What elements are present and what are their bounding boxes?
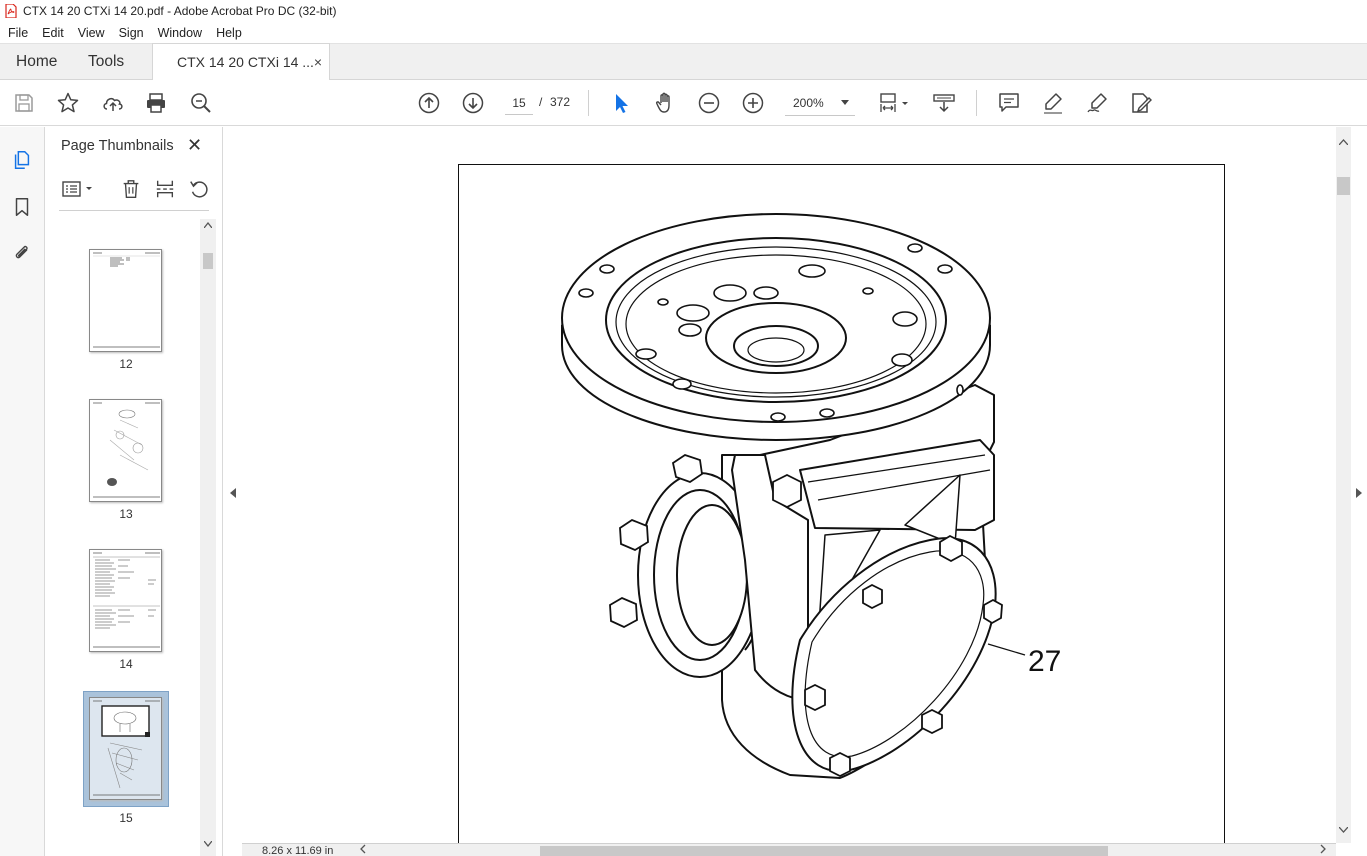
hand-icon[interactable] bbox=[651, 89, 679, 117]
document-view[interactable]: 27 bbox=[242, 127, 1336, 843]
expand-right-panel-strip[interactable] bbox=[1351, 127, 1367, 856]
save-icon[interactable] bbox=[10, 89, 38, 117]
expand-right-icon[interactable] bbox=[1356, 488, 1362, 498]
acrobat-window: CTX 14 20 CTXi 14 20.pdf - Adobe Acrobat… bbox=[0, 0, 1367, 856]
upload-cloud-icon[interactable] bbox=[99, 89, 127, 117]
page-total: 372 bbox=[550, 95, 571, 109]
delete-icon[interactable] bbox=[119, 177, 143, 201]
status-bar: 8.26 x 11.69 in bbox=[242, 843, 1336, 856]
scroll-mode-icon[interactable] bbox=[930, 89, 958, 117]
panel-title: Page Thumbnails bbox=[61, 138, 174, 154]
tab-bar: Home Tools CTX 14 20 CTXi 14 ... × bbox=[0, 43, 1367, 81]
zoom-dropdown[interactable]: 200% bbox=[785, 90, 855, 116]
close-icon[interactable]: ✕ bbox=[187, 135, 205, 155]
prev-page-icon[interactable] bbox=[415, 89, 443, 117]
thumbnail-label: 14 bbox=[119, 657, 133, 671]
thumbnail-label: 12 bbox=[119, 357, 133, 371]
tab-tools[interactable]: Tools bbox=[88, 44, 124, 80]
tab-document-label: CTX 14 20 CTXi 14 ... bbox=[177, 54, 314, 70]
next-page-icon[interactable] bbox=[459, 89, 487, 117]
thumbnail-toolbar bbox=[59, 173, 209, 211]
page-thumbnails-icon[interactable] bbox=[10, 148, 34, 172]
tab-home[interactable]: Home bbox=[16, 44, 57, 80]
thumbnail-image bbox=[89, 399, 162, 502]
thumbnail-scrollbar[interactable] bbox=[200, 219, 216, 856]
callout-number: 27 bbox=[1028, 645, 1062, 678]
tab-close-icon[interactable]: × bbox=[314, 44, 322, 80]
select-cursor-icon[interactable] bbox=[607, 89, 635, 117]
menu-edit[interactable]: Edit bbox=[36, 26, 70, 40]
scroll-left-icon[interactable] bbox=[360, 844, 366, 854]
menu-view[interactable]: View bbox=[72, 26, 111, 40]
scrollbar-thumb[interactable] bbox=[203, 253, 213, 269]
zoom-value: 200% bbox=[793, 96, 824, 110]
collapse-panel-strip[interactable] bbox=[223, 127, 242, 856]
thumbnail-image bbox=[89, 549, 162, 652]
edit-pdf-icon[interactable] bbox=[1127, 89, 1155, 117]
document-vertical-scrollbar[interactable] bbox=[1336, 127, 1351, 843]
scroll-up-icon[interactable] bbox=[204, 222, 212, 228]
scroll-right-icon[interactable] bbox=[1320, 844, 1326, 854]
menu-help[interactable]: Help bbox=[210, 26, 248, 40]
page-size-readout: 8.26 x 11.69 in bbox=[262, 845, 334, 856]
highlight-icon[interactable] bbox=[1039, 89, 1067, 117]
menu-window[interactable]: Window bbox=[152, 26, 208, 40]
attachment-icon[interactable] bbox=[10, 240, 34, 264]
print-icon[interactable] bbox=[142, 89, 170, 117]
toolbar-separator bbox=[588, 90, 589, 116]
thumbnail-image bbox=[89, 249, 162, 352]
page-fit-icon[interactable] bbox=[874, 89, 914, 117]
left-rail bbox=[0, 127, 45, 856]
tab-document[interactable]: CTX 14 20 CTXi 14 ... × bbox=[152, 43, 330, 81]
pdf-page: 27 bbox=[242, 127, 1336, 843]
toolbar-separator bbox=[976, 90, 977, 116]
sign-pen-icon[interactable] bbox=[1083, 89, 1111, 117]
scrollbar-thumb[interactable] bbox=[1337, 177, 1350, 195]
zoom-in-icon[interactable] bbox=[739, 89, 767, 117]
bookmark-icon[interactable] bbox=[10, 195, 34, 219]
menu-file[interactable]: File bbox=[2, 26, 34, 40]
window-title: CTX 14 20 CTXi 14 20.pdf - Adobe Acrobat… bbox=[23, 4, 337, 18]
horizontal-scrollbar-thumb[interactable] bbox=[540, 846, 1108, 856]
scroll-down-icon[interactable] bbox=[204, 841, 212, 847]
menu-bar: File Edit View Sign Window Help bbox=[0, 22, 1367, 43]
acrobat-app-icon bbox=[5, 4, 17, 18]
menu-sign[interactable]: Sign bbox=[113, 26, 150, 40]
drive-unit-drawing bbox=[561, 213, 1026, 779]
zoom-out-icon[interactable] bbox=[695, 89, 723, 117]
page-separator: / bbox=[539, 95, 543, 109]
thumbnail-label: 15 bbox=[119, 811, 133, 825]
zoom-search-icon[interactable] bbox=[187, 89, 215, 117]
title-bar: CTX 14 20 CTXi 14 20.pdf - Adobe Acrobat… bbox=[0, 0, 1367, 22]
scroll-up-icon[interactable] bbox=[1339, 139, 1348, 145]
rotate-icon[interactable] bbox=[187, 177, 211, 201]
page-number-input[interactable] bbox=[505, 91, 533, 115]
collapse-left-icon[interactable] bbox=[230, 488, 236, 498]
page-thumbnails-panel: Page Thumbnails ✕ 12 13 14 15 bbox=[45, 127, 223, 856]
comment-icon[interactable] bbox=[995, 89, 1023, 117]
main-toolbar bbox=[0, 80, 1367, 126]
chevron-down-icon bbox=[841, 100, 849, 105]
thumbnail-image bbox=[89, 697, 162, 800]
insert-page-icon[interactable] bbox=[153, 177, 177, 201]
scroll-down-icon[interactable] bbox=[1339, 827, 1348, 833]
options-menu-icon[interactable] bbox=[61, 177, 95, 201]
star-icon[interactable] bbox=[54, 89, 82, 117]
thumbnail-label: 13 bbox=[119, 507, 133, 521]
